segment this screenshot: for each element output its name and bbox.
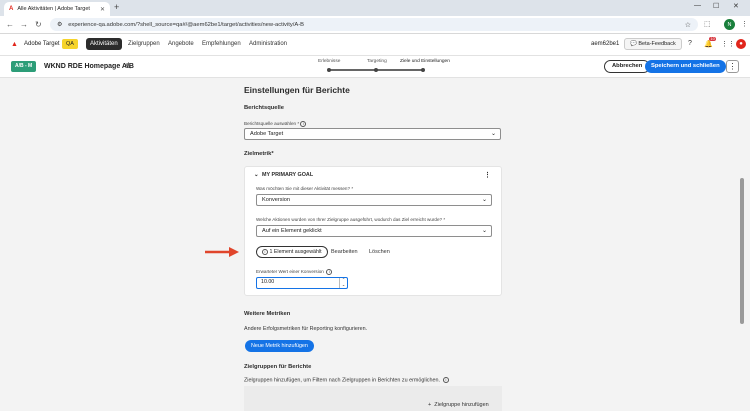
- info-icon[interactable]: i: [442, 377, 449, 383]
- chevron-down-icon: ⌄: [490, 131, 496, 137]
- extensions-icon[interactable]: ⬚: [704, 20, 711, 28]
- report-source-label: Berichtsquelle auswählen * i: [244, 121, 307, 127]
- workflow-stepper: Erlebnisse Targeting Ziele und Einstellu…: [309, 59, 450, 75]
- adobe-favicon-icon: A: [9, 6, 14, 12]
- more-metrics-heading: Weitere Metriken: [244, 311, 291, 317]
- app-header: ▲ Adobe Target QA Aktivitäten Zielgruppe…: [0, 34, 750, 56]
- browser-toolbar: ← → ↻ ⚙ experience-qa.adobe.com/?shell_s…: [0, 16, 750, 34]
- action-label: Welche Aktionen wurden von Ihrer Zielgru…: [256, 217, 446, 222]
- expected-value-text: 10.00: [261, 279, 275, 285]
- report-source-value: Adobe Target: [250, 131, 284, 137]
- browser-tab-bar: A Alle Aktivitäten | Adobe Target ✕ + — …: [0, 0, 750, 16]
- address-bar[interactable]: ⚙ experience-qa.adobe.com/?shell_source=…: [50, 18, 698, 31]
- env-badge: QA: [62, 39, 78, 49]
- site-info-icon[interactable]: ⚙: [57, 22, 62, 28]
- close-tab-icon[interactable]: ✕: [100, 6, 105, 13]
- annotation-arrow-icon: [205, 247, 239, 257]
- browser-tab[interactable]: A Alle Aktivitäten | Adobe Target ✕: [4, 2, 110, 16]
- primary-goal-card: ⌄ MY PRIMARY GOAL ⋮ Was möchten Sie mit …: [244, 166, 502, 296]
- brand-name[interactable]: Adobe Target: [24, 41, 60, 47]
- main-content: Einstellungen für Berichte Berichtsquell…: [0, 78, 750, 411]
- reload-icon[interactable]: ↻: [35, 20, 42, 29]
- adobe-logo-icon: ▲: [11, 41, 18, 48]
- chevron-down-icon: ⌄: [481, 228, 487, 234]
- page-title: Einstellungen für Berichte: [244, 85, 350, 95]
- step-targeting[interactable]: Targeting: [367, 59, 387, 64]
- bookmark-star-icon[interactable]: ☆: [685, 21, 691, 29]
- report-source-heading: Berichtsquelle: [244, 105, 284, 111]
- goal-title: MY PRIMARY GOAL: [262, 172, 314, 178]
- user-avatar[interactable]: ●: [736, 39, 746, 49]
- step-experiences[interactable]: Erlebnisse: [318, 59, 340, 64]
- number-stepper[interactable]: ⌃ ⌄: [339, 277, 347, 288]
- delete-button[interactable]: Löschen: [369, 249, 390, 255]
- nav-activities[interactable]: Aktivitäten: [86, 38, 122, 50]
- forward-icon[interactable]: →: [20, 20, 28, 29]
- expected-value-input[interactable]: 10.00 ⌃ ⌄: [256, 277, 348, 289]
- minimize-icon[interactable]: —: [694, 2, 701, 9]
- save-close-button[interactable]: Speichern und schließen: [645, 60, 726, 73]
- edit-button[interactable]: Bearbeiten: [331, 249, 358, 255]
- step-goals-settings[interactable]: Ziele und Einstellungen: [400, 59, 450, 64]
- expected-value-label: Erwarteter Wert einer Konversion i: [256, 269, 333, 275]
- collapse-chevron-icon[interactable]: ⌄: [254, 172, 259, 178]
- notification-count: 10: [709, 37, 717, 41]
- new-tab-icon[interactable]: +: [114, 2, 119, 12]
- browser-tab-title: Alle Aktivitäten | Adobe Target: [17, 6, 90, 12]
- audiences-dropzone: + Zielgruppe hinzufügen: [244, 386, 502, 411]
- nav-recommendations[interactable]: Empfehlungen: [198, 38, 245, 50]
- selected-elements-button[interactable]: i 1 Element ausgewählt: [256, 246, 328, 258]
- browser-menu-icon[interactable]: ⋮: [741, 20, 748, 28]
- info-icon[interactable]: i: [326, 269, 333, 275]
- goal-menu-icon[interactable]: ⋮: [484, 171, 491, 179]
- step-dot-2: [374, 67, 378, 72]
- report-audiences-desc: Zielgruppen hinzufügen, um Filtern nach …: [244, 377, 449, 383]
- info-icon[interactable]: i: [300, 121, 307, 127]
- measure-select[interactable]: Konversion ⌄: [256, 194, 492, 206]
- profile-avatar[interactable]: N: [724, 19, 735, 30]
- info-icon: i: [262, 248, 268, 255]
- notifications-icon[interactable]: 🔔: [704, 40, 713, 48]
- app-switcher-icon[interactable]: ⋮⋮: [721, 40, 735, 48]
- action-select[interactable]: Auf ein Element geklickt ⌄: [256, 225, 492, 237]
- beta-feedback-button[interactable]: 💬 Beta-Feedback: [624, 38, 682, 50]
- add-metric-button[interactable]: Neue Metrik hinzufügen: [245, 340, 314, 352]
- nav-administration[interactable]: Administration: [245, 38, 291, 50]
- scrollbar[interactable]: [740, 178, 744, 324]
- goal-metric-heading: Zielmetrik*: [244, 151, 274, 157]
- org-name[interactable]: aem62be1: [591, 41, 619, 47]
- close-window-icon[interactable]: ✕: [733, 2, 739, 10]
- back-icon[interactable]: ←: [6, 20, 14, 29]
- report-source-select[interactable]: Adobe Target ⌄: [244, 128, 501, 140]
- nav-offers[interactable]: Angebote: [164, 38, 198, 50]
- activity-bar: A/B - M WKND RDE Homepage A/B ✎ Erlebnis…: [0, 56, 750, 78]
- report-audiences-heading: Zielgruppen für Berichte: [244, 364, 312, 370]
- action-value: Auf ein Element geklickt: [262, 228, 322, 234]
- chevron-down-icon: ⌄: [481, 197, 487, 203]
- help-icon[interactable]: ?: [688, 40, 692, 47]
- measure-label: Was möchten Sie mit dieser Aktivität mes…: [256, 186, 354, 191]
- measure-value: Konversion: [262, 197, 290, 203]
- maximize-icon[interactable]: ☐: [713, 2, 719, 10]
- step-dot-3: [421, 67, 425, 72]
- step-dot-1: [327, 67, 331, 72]
- activity-title: WKND RDE Homepage A/B: [44, 63, 134, 70]
- more-metrics-desc: Andere Erfolgsmetriken für Reporting kon…: [244, 326, 368, 332]
- nav-audiences[interactable]: Zielgruppen: [124, 38, 164, 50]
- edit-pencil-icon[interactable]: ✎: [125, 62, 132, 71]
- url-text: experience-qa.adobe.com/?shell_source=qa…: [68, 21, 304, 28]
- add-audience-button[interactable]: + Zielgruppe hinzufügen: [428, 402, 489, 408]
- more-options-icon[interactable]: ⋮: [726, 60, 739, 73]
- activity-type-badge: A/B - M: [11, 61, 37, 72]
- cancel-button[interactable]: Abbrechen: [604, 60, 651, 73]
